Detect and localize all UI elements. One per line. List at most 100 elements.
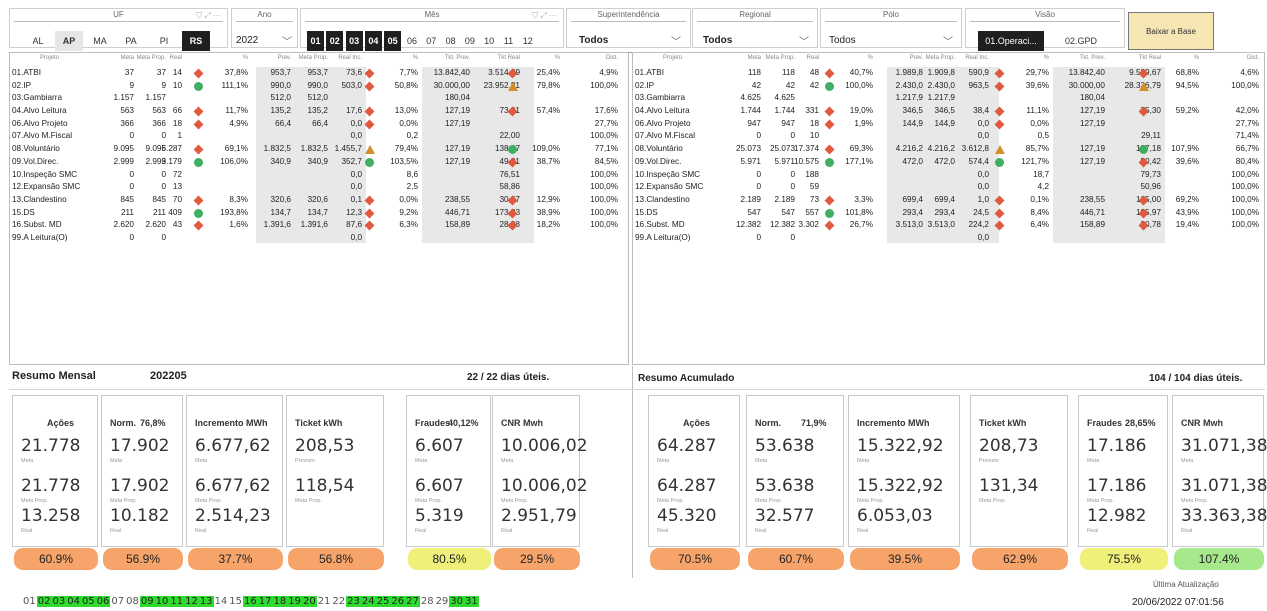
day-10: 10 (154, 596, 170, 607)
table-cell: 38,4 (973, 106, 989, 116)
mes-option-07[interactable]: 07 (423, 31, 440, 51)
table-cell: 990,0 (307, 80, 329, 90)
mes-option-08[interactable]: 08 (442, 31, 459, 51)
table-cell: 699,4 (934, 194, 956, 204)
card-real-label: Real (657, 528, 669, 534)
table-cell: 340,9 (307, 156, 329, 166)
table-cell: 0,0 (350, 118, 362, 128)
project-name: 13.Clandestino (635, 194, 690, 204)
table-cell: 7,7% (399, 68, 418, 77)
mes-option-03[interactable]: 03 (345, 31, 363, 51)
uf-option-ap[interactable]: AP (55, 31, 83, 51)
table-row: 03.Gambiarra 1.157 1.157 512,0 512,0 180,04 (10, 92, 628, 105)
day-13: 13 (198, 596, 214, 607)
ultima-atualizacao-label: Última Atualização (1153, 580, 1219, 589)
table-cell: 69,2% (1175, 194, 1199, 204)
day-29: 29 (435, 596, 449, 607)
day-03: 03 (51, 596, 67, 607)
day-19: 19 (287, 596, 302, 607)
resumo-mensal-dias: 22 / 22 dias úteis. (467, 372, 550, 383)
table-cell: 1,9% (854, 118, 873, 128)
day-07: 07 (111, 596, 125, 607)
mes-option-04[interactable]: 04 (364, 31, 382, 51)
table-cell: 127,19 (1079, 156, 1105, 166)
table-row: 10.Inspeção SMC 0 0 72 0,0 8,6 76,51 100,0% (10, 169, 628, 182)
chevron-down-icon[interactable]: ﹀ (799, 33, 809, 48)
ano-dropdown[interactable]: 2022 (236, 31, 258, 51)
mes-option-09[interactable]: 09 (461, 31, 478, 51)
baixar-base-button[interactable]: Baixar a Base (1128, 12, 1214, 50)
mes-option-10[interactable]: 10 (481, 31, 498, 51)
card-prop-value: 6.677,62 (195, 476, 271, 496)
table-cell: 66,4 (312, 118, 328, 128)
project-name: 15.DS (12, 207, 35, 217)
card-prop-label: Meta Prop. (415, 498, 442, 504)
mes-option-11[interactable]: 11 (500, 31, 517, 51)
card-prop-label: Meta Prop. (657, 498, 684, 504)
table-row: 13.Clandestino 845 845 70 8,3% 320,6 320,6 0,1 0… (10, 194, 628, 207)
card-title: Incremento MWh (857, 418, 930, 428)
card-prop-label: Meta Prop. (857, 498, 884, 504)
table-cell: 134,7 (307, 207, 329, 217)
chevron-down-icon[interactable]: ﹀ (671, 33, 681, 48)
table-cell: 446,71 (444, 207, 470, 217)
project-name: 99.A Leitura(O) (635, 232, 691, 242)
uf-option-rs[interactable]: RS (182, 31, 210, 51)
table-cell: 79,8% (536, 80, 560, 90)
project-name: 10.Inspeção SMC (12, 169, 78, 179)
polo-dropdown[interactable]: Todos (829, 31, 856, 51)
uf-option-al[interactable]: AL (24, 31, 52, 51)
table-cell: 6,3% (399, 220, 418, 230)
chevron-down-icon[interactable]: ﹀ (943, 33, 953, 48)
visao-option-gpd[interactable]: 02.GPD (1048, 31, 1114, 51)
table-cell: 512,0 (307, 93, 329, 103)
table-cell: 100,0% (590, 182, 618, 192)
table-header-cell: Meta (120, 55, 134, 61)
table-cell: 0,1 (350, 194, 362, 204)
table-cell: 109,0% (532, 144, 560, 154)
card-meta-label: Previsto (979, 458, 999, 464)
table-cell: 69,3% (849, 144, 873, 154)
table-cell: 224,2 (968, 220, 990, 230)
project-name: 08.Voluntário (635, 144, 683, 154)
mes-option-05[interactable]: 05 (384, 31, 402, 51)
project-name: 01.ATBI (635, 68, 664, 77)
regional-dropdown[interactable]: Todos (703, 31, 732, 51)
filter-icon[interactable]: ⛉ ⤢ ··· (532, 11, 557, 21)
card-meta-value: 17.902 (110, 436, 170, 456)
table-cell: 0,0 (350, 182, 362, 192)
table-row: 08.Voluntário 9.095 9.095 6.287 69,1% 1.832,5… (10, 143, 628, 156)
table-cell: 42 (809, 80, 819, 90)
mes-option-01[interactable]: 01 (307, 31, 324, 51)
visao-option-operacional[interactable]: 01.Operaci... (978, 31, 1044, 51)
uf-option-ma[interactable]: MA (86, 31, 114, 51)
table-cell: 107,9% (1171, 144, 1199, 154)
card-prop-label: Meta Prop. (1181, 498, 1208, 504)
mes-option-06[interactable]: 06 (404, 31, 421, 51)
table-cell: 73,6 (346, 68, 362, 77)
table-row: 09.Vol.Direc. 2.999 2.999 3.179 106,0% 340,9 3… (10, 156, 628, 169)
acumulado-card-norm-: Norm. 71,9% 53.638 Meta 53.638 Meta Prop. 32.5… (746, 395, 844, 547)
chevron-down-icon[interactable]: ﹀ (282, 33, 292, 48)
day-16: 16 (243, 596, 258, 607)
project-name: 01.ATBI (12, 68, 41, 77)
table-cell: 238,55 (444, 194, 470, 204)
uf-option-pa[interactable]: PA (117, 31, 145, 51)
table-cell: 79,4% (394, 144, 418, 154)
uf-option-pi[interactable]: PI (150, 31, 178, 51)
table-row: 10.Inspeção SMC 0 0 188 0,0 18,7 79,73 100,0% (633, 169, 1264, 182)
table-cell: 14 (172, 68, 182, 77)
mensal-card-a-es: Ações 21.778 Meta 21.778 Meta Prop. 13.258 Rea… (12, 395, 98, 547)
monthly-table-body: 01.ATBI 37 37 14 37,8% 953,7 953,7 73,6 7,7% 13.8… (10, 67, 628, 245)
mes-option-12[interactable]: 12 (519, 31, 536, 51)
mes-option-02[interactable]: 02 (326, 31, 344, 51)
table-cell: 238,55 (1079, 194, 1105, 204)
table-cell: 0,0 (977, 169, 989, 179)
card-real-value: 12.982 (1087, 506, 1147, 526)
filter-icon[interactable]: ⛉ ⤢ ··· (196, 11, 221, 21)
card-title: CNR Mwh (501, 418, 543, 428)
superintendencia-dropdown[interactable]: Todos (579, 31, 608, 51)
table-cell: 135,2 (270, 106, 292, 116)
table-cell: 12,3 (346, 207, 362, 217)
card-prop-label: Meta Prop. (1087, 498, 1114, 504)
